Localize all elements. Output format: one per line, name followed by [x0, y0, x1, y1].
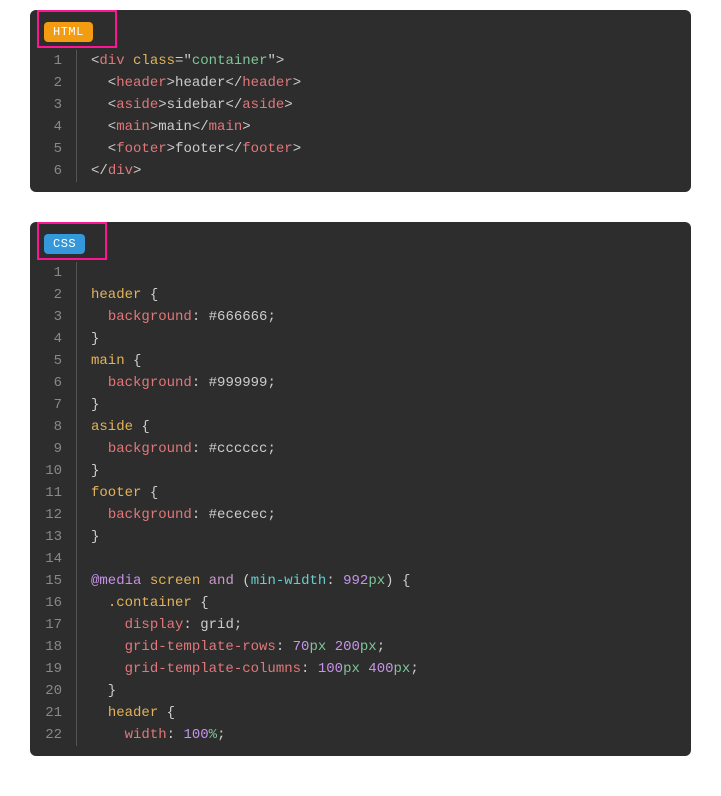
code-block-html: HTML123456<div class="container"> <heade…	[30, 10, 691, 192]
code-line: background: #cccccc;	[91, 438, 677, 460]
line-number: 18	[44, 636, 62, 658]
code-line	[91, 548, 677, 570]
code-line: <aside>sidebar</aside>	[91, 94, 677, 116]
line-number: 14	[44, 548, 62, 570]
line-number: 7	[44, 394, 62, 416]
line-number: 13	[44, 526, 62, 548]
code-line	[91, 262, 677, 284]
code-line: aside {	[91, 416, 677, 438]
line-number: 5	[44, 350, 62, 372]
code-line: </div>	[91, 160, 677, 182]
code-line: width: 100%;	[91, 724, 677, 746]
code-line: @media screen and (min-width: 992px) {	[91, 570, 677, 592]
line-number: 22	[44, 724, 62, 746]
code-line: grid-template-columns: 100px 400px;	[91, 658, 677, 680]
line-number: 12	[44, 504, 62, 526]
line-number: 2	[44, 284, 62, 306]
code-block-css: CSS12345678910111213141516171819202122 h…	[30, 222, 691, 756]
code-line: <header>header</header>	[91, 72, 677, 94]
line-number: 16	[44, 592, 62, 614]
line-number: 8	[44, 416, 62, 438]
language-badge-css: CSS	[44, 234, 85, 254]
code-content[interactable]: <div class="container"> <header>header</…	[77, 50, 677, 182]
line-number: 1	[44, 50, 62, 72]
line-number: 3	[44, 306, 62, 328]
code-line: header {	[91, 284, 677, 306]
code-line: <div class="container">	[91, 50, 677, 72]
code-line: main {	[91, 350, 677, 372]
code-line: }	[91, 328, 677, 350]
code-line: <footer>footer</footer>	[91, 138, 677, 160]
language-badge-html: HTML	[44, 22, 93, 42]
line-number: 10	[44, 460, 62, 482]
line-number: 4	[44, 116, 62, 138]
line-number: 6	[44, 372, 62, 394]
code-line: .container {	[91, 592, 677, 614]
line-number-gutter: 12345678910111213141516171819202122	[44, 262, 77, 746]
code-line: <main>main</main>	[91, 116, 677, 138]
line-number: 2	[44, 72, 62, 94]
line-number: 19	[44, 658, 62, 680]
line-number: 3	[44, 94, 62, 116]
line-number: 1	[44, 262, 62, 284]
code-line: }	[91, 526, 677, 548]
line-number: 17	[44, 614, 62, 636]
code-line: background: #999999;	[91, 372, 677, 394]
code-line: }	[91, 460, 677, 482]
line-number: 9	[44, 438, 62, 460]
code-line: }	[91, 394, 677, 416]
line-number: 15	[44, 570, 62, 592]
code-line: footer {	[91, 482, 677, 504]
line-number: 6	[44, 160, 62, 182]
line-number-gutter: 123456	[44, 50, 77, 182]
line-number: 5	[44, 138, 62, 160]
line-number: 4	[44, 328, 62, 350]
code-line: background: #ececec;	[91, 504, 677, 526]
line-number: 11	[44, 482, 62, 504]
code-line: display: grid;	[91, 614, 677, 636]
line-number: 20	[44, 680, 62, 702]
code-line: }	[91, 680, 677, 702]
code-line: background: #666666;	[91, 306, 677, 328]
code-content[interactable]: header { background: #666666;}main { bac…	[77, 262, 677, 746]
code-line: grid-template-rows: 70px 200px;	[91, 636, 677, 658]
